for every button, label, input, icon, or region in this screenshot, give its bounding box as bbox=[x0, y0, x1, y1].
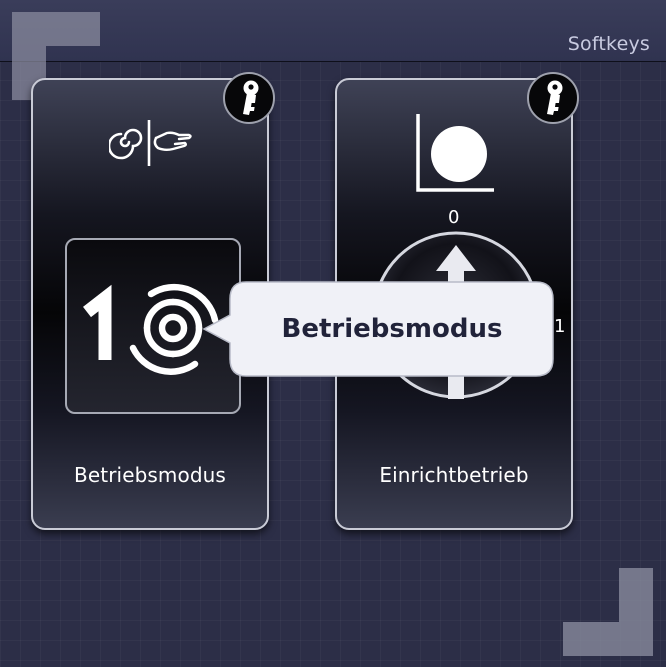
chart-dot-icon bbox=[416, 114, 494, 192]
softkey-label: Einrichtbetrieb bbox=[379, 463, 529, 487]
key-lock-badge bbox=[527, 72, 579, 124]
dial-value-right: 1 bbox=[554, 316, 566, 337]
header-title: Softkeys bbox=[567, 33, 650, 55]
corner-marker-bottom-right-icon bbox=[563, 568, 653, 656]
softkey-label: Betriebsmodus bbox=[74, 463, 226, 487]
key-lock-badge bbox=[223, 72, 275, 124]
tooltip-text: Betriebsmodus bbox=[281, 314, 503, 344]
auto-manual-switch-icon bbox=[109, 120, 192, 166]
tooltip-betriebsmodus: Betriebsmodus bbox=[202, 281, 554, 377]
key-icon bbox=[243, 80, 259, 115]
key-icon bbox=[547, 80, 563, 115]
dial-value-top: 0 bbox=[448, 207, 460, 228]
